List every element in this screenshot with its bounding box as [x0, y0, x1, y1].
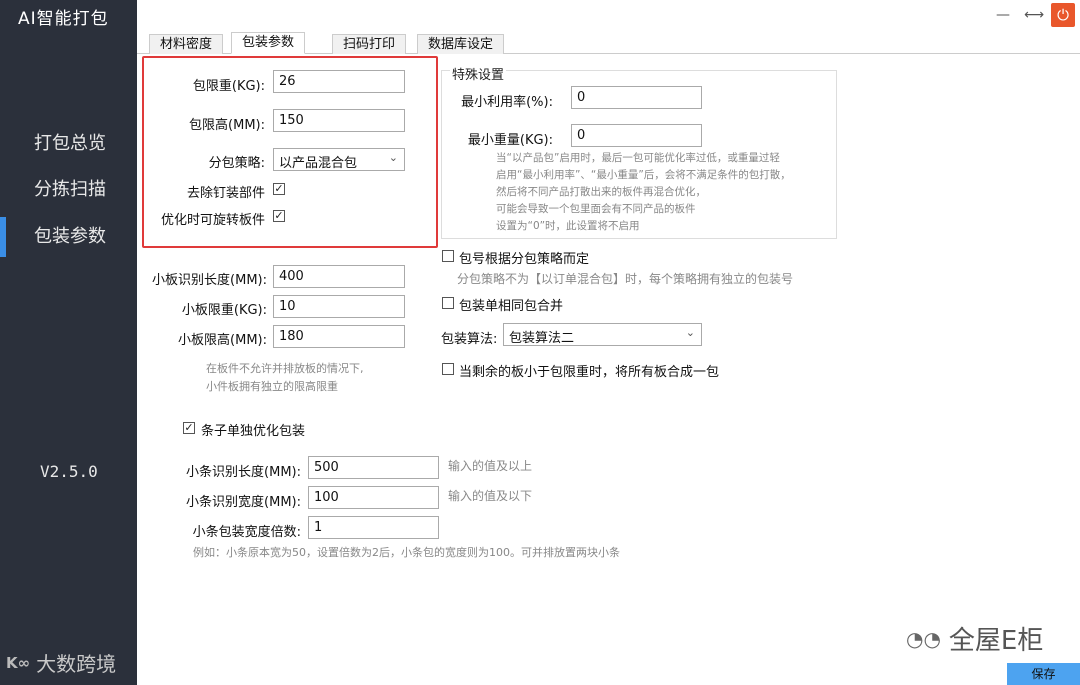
- max-height-label: 包限高(MM):: [189, 118, 265, 133]
- small-length-label: 小板识别长度(MM):: [152, 273, 267, 288]
- strip-opt-label: 条子单独优化包装: [201, 424, 306, 439]
- rotate-board-label: 优化时可旋转板件: [160, 213, 265, 228]
- tab-material-density[interactable]: 材料密度: [149, 34, 224, 54]
- strategy-label: 分包策略:: [208, 156, 265, 171]
- special-settings-title: 特殊设置: [450, 64, 507, 83]
- sidebar-item-packing-params[interactable]: 包装参数: [0, 217, 137, 257]
- title-bar: — ⟷ ⏻: [137, 0, 1080, 32]
- strategy-select[interactable]: 以产品混合包 ⌄: [273, 148, 405, 171]
- small-hint-line-1: 在板件不允许并排放板的情况下,: [206, 362, 364, 375]
- strip-example-hint: 例如：小条原本宽为50，设置倍数为2后，小条包的宽度则为100。可并排放置两块小…: [193, 546, 620, 559]
- special-hint-3: 然后将不同产品打散出来的板件再混合优化，: [496, 186, 706, 198]
- remove-nail-label: 去除钉装部件: [186, 186, 265, 201]
- merge-same-checkbox[interactable]: [442, 297, 454, 309]
- strip-length-label: 小条识别长度(MM):: [186, 465, 301, 480]
- strip-multiple-input[interactable]: [308, 516, 439, 539]
- special-hint-1: 当“以产品包”启用时，最后一包可能优化率过低，或重量过轻: [496, 152, 780, 164]
- max-weight-input[interactable]: [273, 70, 405, 93]
- resize-icon[interactable]: ⟷: [1023, 4, 1045, 26]
- watermark-left-text: 大数跨境: [36, 652, 117, 676]
- tab-bar: 材料密度 包装参数 扫码打印 数据库设定: [137, 32, 1080, 54]
- sidebar-item-overview[interactable]: 打包总览: [0, 124, 137, 164]
- strip-multiple-label: 小条包装宽度倍数:: [192, 525, 301, 540]
- pkg-no-checkbox[interactable]: [442, 250, 454, 262]
- small-hint-line-2: 小件板拥有独立的限高限重: [206, 380, 338, 393]
- min-weight-input[interactable]: [571, 124, 702, 147]
- min-util-label: 最小利用率(%):: [461, 95, 553, 110]
- packing-params-panel: 包限重(KG): 包限高(MM): 分包策略: 以产品混合包 ⌄ 去除钉装部件 …: [137, 54, 1080, 685]
- small-length-input[interactable]: [273, 265, 405, 288]
- small-height-label: 小板限高(MM):: [178, 333, 267, 348]
- small-weight-label: 小板限重(KG):: [181, 303, 267, 318]
- min-weight-label: 最小重量(KG):: [467, 133, 553, 148]
- special-hint-2: 启用“最小利用率”、“最小重量”后，会将不满足条件的包打散，: [496, 169, 791, 181]
- chevron-down-icon: ⌄: [388, 151, 398, 164]
- strip-length-hint: 输入的值及以上: [448, 459, 533, 473]
- min-util-input[interactable]: [571, 86, 702, 109]
- remove-nail-checkbox[interactable]: ✓: [273, 183, 285, 195]
- strip-width-hint: 输入的值及以下: [448, 489, 533, 503]
- merge-small-checkbox[interactable]: [442, 363, 454, 375]
- merge-same-label: 包装单相同包合并: [459, 299, 564, 314]
- algorithm-label: 包装算法:: [441, 332, 498, 347]
- small-height-input[interactable]: [273, 325, 405, 348]
- merge-small-label: 当剩余的板小于包限重时，将所有板合成一包: [459, 365, 720, 380]
- strip-width-input[interactable]: [308, 486, 439, 509]
- max-height-input[interactable]: [273, 109, 405, 132]
- watermark-left: K∞ 大数跨境: [6, 648, 116, 677]
- rotate-board-checkbox[interactable]: ✓: [273, 210, 285, 222]
- sidebar: AI智能打包 打包总览 分拣扫描 包装参数 V2.5.0 K∞ 大数跨境: [0, 0, 137, 685]
- strip-length-input[interactable]: [308, 456, 439, 479]
- minimize-icon[interactable]: —: [992, 4, 1014, 26]
- special-hint-4: 可能会导致一个包里面会有不同产品的板件: [496, 203, 696, 215]
- algorithm-value: 包装算法二: [509, 331, 575, 346]
- watermark-right: ◔◔ 全屋E柜: [906, 620, 1043, 657]
- watermark-right-text: 全屋E柜: [948, 626, 1044, 656]
- pkg-no-hint: 分包策略不为【以订单混合包】时，每个策略拥有独立的包装号: [457, 272, 794, 286]
- tab-database-settings[interactable]: 数据库设定: [417, 34, 505, 54]
- power-icon[interactable]: ⏻: [1051, 3, 1075, 27]
- chevron-down-icon: ⌄: [685, 326, 695, 339]
- strip-opt-checkbox[interactable]: ✓: [183, 422, 195, 434]
- small-weight-input[interactable]: [273, 295, 405, 318]
- strip-width-label: 小条识别宽度(MM):: [186, 495, 301, 510]
- tab-packing-params[interactable]: 包装参数: [231, 32, 306, 54]
- max-weight-label: 包限重(KG):: [192, 79, 265, 94]
- wechat-icon: ◔◔: [906, 626, 941, 651]
- pkg-no-label: 包号根据分包策略而定: [459, 252, 590, 267]
- brand-logo-icon: K∞: [6, 653, 31, 672]
- app-title: AI智能打包: [18, 9, 109, 29]
- tab-scan-print[interactable]: 扫码打印: [332, 34, 407, 54]
- save-button[interactable]: 保存: [1007, 663, 1080, 685]
- sidebar-item-sort-scan[interactable]: 分拣扫描: [0, 170, 137, 210]
- strategy-value: 以产品混合包: [279, 156, 358, 171]
- special-hint-5: 设置为“0”时，此设置将不启用: [496, 220, 640, 232]
- version-label: V2.5.0: [40, 462, 98, 481]
- algorithm-select[interactable]: 包装算法二 ⌄: [503, 323, 702, 346]
